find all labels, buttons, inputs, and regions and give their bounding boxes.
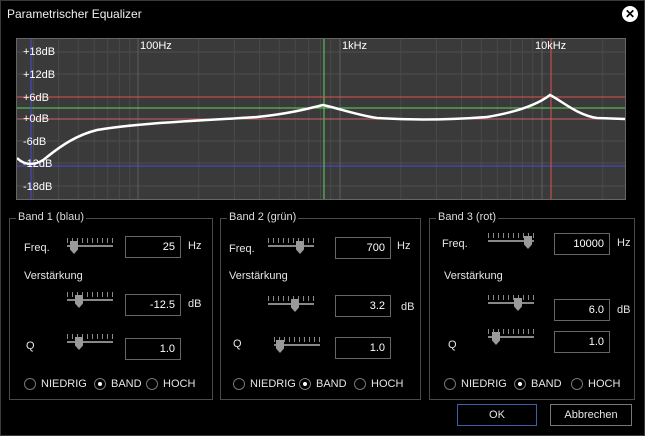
ok-button[interactable]: OK <box>457 404 537 426</box>
gain-label: Verstärkung <box>229 270 288 282</box>
freq-label: Freq. <box>229 243 255 255</box>
freq-label: 100Hz <box>140 40 172 52</box>
q-label: Q <box>448 339 457 351</box>
db-label: -12dB <box>23 158 53 170</box>
db-label: -18dB <box>23 181 53 193</box>
band2-gain-slider[interactable] <box>268 296 314 312</box>
db-label: -6dB <box>23 136 47 148</box>
equalizer-dialog: Parametrischer Equalizer ✕ +18dB +12dB +… <box>0 0 645 436</box>
band2-q-slider[interactable] <box>274 337 320 353</box>
band1-gain-input[interactable]: -12.5 <box>125 294 181 316</box>
band2-freq-slider[interactable] <box>268 238 314 254</box>
frequency-response-graph: +18dB +12dB +6dB +0dB -6dB -12dB -18dB 1… <box>16 38 626 200</box>
window-title: Parametrischer Equalizer <box>7 7 142 21</box>
freq-unit: Hz <box>617 237 631 249</box>
band1-freq-input[interactable]: 25 <box>125 236 181 258</box>
db-label: +0dB <box>23 113 49 125</box>
band3-title: Band 3 (rot) <box>436 211 499 223</box>
q-label: Q <box>26 340 35 352</box>
band2-q-input[interactable]: 1.0 <box>335 337 391 359</box>
band1-title: Band 1 (blau) <box>16 211 87 223</box>
band1-q-input[interactable]: 1.0 <box>125 338 181 360</box>
db-label: +12dB <box>23 69 56 81</box>
graph-canvas <box>17 39 625 199</box>
gain-label: Verstärkung <box>24 270 83 282</box>
db-label: +18dB <box>23 46 56 58</box>
freq-label: 1kHz <box>342 40 368 52</box>
close-icon[interactable]: ✕ <box>622 6 638 22</box>
q-label: Q <box>233 338 242 350</box>
band3-freq-slider[interactable] <box>488 233 534 249</box>
db-label: +6dB <box>23 92 49 104</box>
band3-freq-input[interactable]: 10000 <box>554 233 610 255</box>
band2-group: Band 2 (grün) Freq. 700 Hz Verstärkung 3… <box>220 211 421 400</box>
title-bar: Parametrischer Equalizer ✕ <box>1 1 644 27</box>
band1-group: Band 1 (blau) Freq. 25 Hz Verstärkung -1… <box>9 211 213 400</box>
freq-unit: Hz <box>397 240 411 252</box>
band3-group: Band 3 (rot) Freq. 10000 Hz Verstärkung … <box>429 211 635 400</box>
gain-unit: dB <box>401 301 415 313</box>
gain-unit: dB <box>617 304 631 316</box>
band3-q-input[interactable]: 1.0 <box>554 331 610 353</box>
cancel-button[interactable]: Abbrechen <box>550 404 632 426</box>
band1-freq-slider[interactable] <box>67 238 113 254</box>
band1-q-slider[interactable] <box>67 334 113 350</box>
band2-freq-input[interactable]: 700 <box>335 237 391 259</box>
freq-label: 10kHz <box>535 40 567 52</box>
freq-label: Freq. <box>24 242 50 254</box>
band1-gain-slider[interactable] <box>67 292 113 308</box>
band3-gain-input[interactable]: 6.0 <box>554 299 610 321</box>
band3-gain-slider[interactable] <box>488 295 534 311</box>
band2-title: Band 2 (grün) <box>227 211 299 223</box>
band3-q-slider[interactable] <box>488 329 534 345</box>
band2-gain-input[interactable]: 3.2 <box>335 295 391 317</box>
gain-label: Verstärkung <box>444 270 503 282</box>
freq-label: Freq. <box>442 238 468 250</box>
gain-unit: dB <box>188 298 202 310</box>
freq-unit: Hz <box>188 240 202 252</box>
